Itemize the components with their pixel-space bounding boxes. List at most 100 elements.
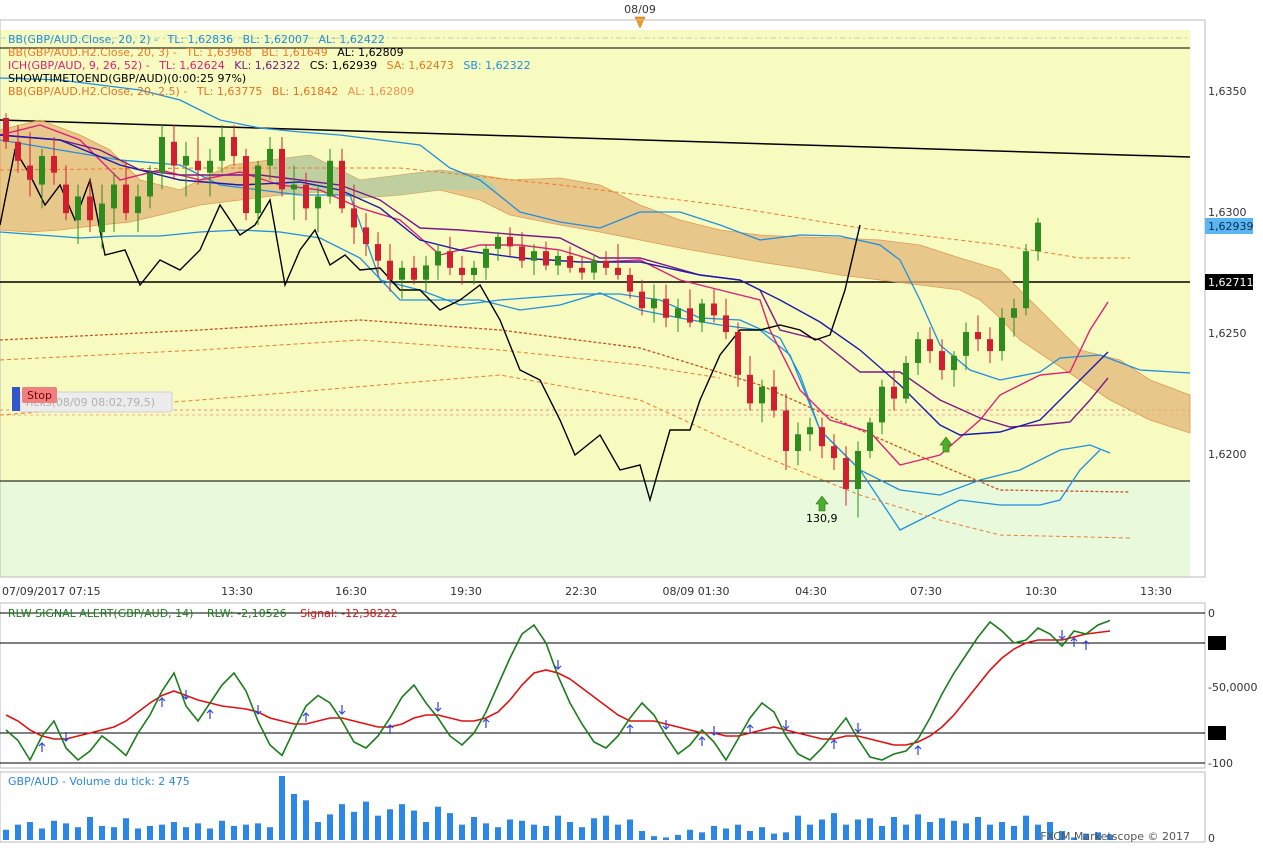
volume-bar [411, 810, 417, 840]
time-label-2: 16:30 [335, 585, 367, 598]
volume-bar [1023, 815, 1029, 840]
volume-bar [759, 827, 765, 840]
volume-bar [327, 814, 333, 840]
volume-bar [867, 818, 873, 840]
time-label-5: 08/09 01:30 [663, 585, 730, 598]
candle-body [771, 386, 777, 411]
rlw-pane[interactable]: RLW SIGNAL ALERT(GBP/AUD, 14) RLW: -2,10… [0, 602, 1257, 770]
candle-body [3, 117, 9, 142]
volume-bar [567, 822, 573, 840]
volume-bar [915, 814, 921, 840]
volume-bar [831, 813, 837, 840]
time-label-1: 13:30 [221, 585, 253, 598]
candle-body [303, 184, 309, 209]
rlw-axis-top: 0 [1208, 607, 1215, 620]
candle[interactable] [903, 355, 909, 404]
candle-body [339, 160, 345, 209]
candle-body [495, 236, 501, 249]
volume-bar [255, 823, 261, 840]
volume-bar [207, 828, 213, 840]
candle-body [387, 260, 393, 280]
current-date-marker-icon[interactable] [634, 16, 646, 29]
candle-body [567, 255, 573, 268]
candle-body [783, 410, 789, 451]
volume-bar [435, 806, 441, 840]
candle-body [1035, 222, 1041, 252]
volume-bar [387, 809, 393, 840]
candle-body [519, 246, 525, 261]
time-axis: 07/09/2017 07:15 13:30 16:30 19:30 22:30… [0, 576, 1205, 598]
legend-bb-h2[interactable]: BB(GBP/AUD.H2.Close, 20, 3) - TL: 1,6396… [8, 46, 404, 59]
candle[interactable] [243, 148, 249, 221]
volume-bar [783, 832, 789, 840]
candle-body [363, 227, 369, 245]
time-label-8: 10:30 [1025, 585, 1057, 598]
volume-bar [1011, 825, 1017, 840]
candle-body [315, 196, 321, 209]
candle-body [987, 339, 993, 352]
volume-bar [267, 827, 273, 840]
volume-bar [447, 813, 453, 840]
candle[interactable] [1023, 244, 1029, 316]
candle-body [411, 267, 417, 280]
candle-body [351, 208, 357, 228]
candle-body [195, 160, 201, 171]
candle-body [423, 265, 429, 280]
candle-body [915, 339, 921, 363]
volume-bar [339, 804, 345, 840]
rlw-axis-box-20 [1208, 726, 1226, 740]
legend-showtimetoend[interactable]: SHOWTIMETOEND(GBP/AUD)(0:00:25 97%) [8, 72, 246, 85]
volume-bar [507, 819, 513, 840]
price-pane[interactable]: 130,9 [0, 19, 1206, 578]
volume-bar [231, 825, 237, 840]
volume-bar [279, 776, 285, 840]
volume-bar [15, 824, 21, 840]
volume-bar [27, 822, 33, 840]
candle-body [291, 184, 297, 190]
candle-body [39, 156, 45, 185]
candle-body [963, 332, 969, 356]
rlw-axis-mid: -50,0000 [1208, 681, 1257, 694]
candle-body [831, 446, 837, 459]
volume-bar [951, 820, 957, 840]
candle-body [219, 137, 225, 161]
candle-body [255, 165, 261, 214]
line-price-label: 1,62711 [1208, 276, 1254, 289]
candle-body [231, 137, 237, 157]
volume-bar [879, 825, 885, 840]
legend-bb[interactable]: BB(GBP/AUD.Close, 20, 2) - TL: 1,62836 B… [8, 33, 385, 46]
candle-body [699, 303, 705, 323]
volume-bar [855, 819, 861, 840]
candle-body [675, 308, 681, 318]
candle-body [147, 172, 153, 197]
copyright-text: FXCM Marketscope © 2017 [1040, 830, 1190, 843]
rlw-pane-border [0, 602, 1206, 769]
volume-bar [639, 831, 645, 840]
volume-bar [87, 816, 93, 840]
candle-body [651, 298, 657, 309]
candle-body [207, 160, 213, 173]
candle-body [627, 274, 633, 292]
candle-body [87, 196, 93, 221]
volume-legend[interactable]: GBP/AUD - Volume du tick: 2 475 [8, 775, 190, 788]
candle-body [747, 374, 753, 404]
legend-ichimoku[interactable]: ICH(GBP/AUD, 9, 26, 52) - TL: 1,62624 KL… [8, 59, 531, 72]
candle-body [243, 156, 249, 214]
candle-body [531, 251, 537, 261]
volume-bar [723, 828, 729, 840]
volume-axis-bottom: 0 [1208, 832, 1215, 844]
volume-bar [495, 827, 501, 840]
candle-body [807, 427, 813, 435]
candle-body [615, 267, 621, 275]
candle-body [927, 339, 933, 352]
candle-body [27, 165, 33, 180]
volume-bar [963, 823, 969, 840]
volume-bar [591, 818, 597, 840]
volume-pane[interactable]: GBP/AUD - Volume du tick: 2 475 0 FXCM M… [0, 771, 1215, 845]
volume-bar [819, 819, 825, 840]
volume-bar [699, 832, 705, 840]
legend-bb-h2-25[interactable]: BB(GBP/AUD.H2.Close, 20, 2.5) - TL: 1,63… [8, 85, 414, 98]
volume-bar [459, 824, 465, 840]
stop-button-handle[interactable] [12, 387, 20, 411]
volume-bar [123, 818, 129, 840]
